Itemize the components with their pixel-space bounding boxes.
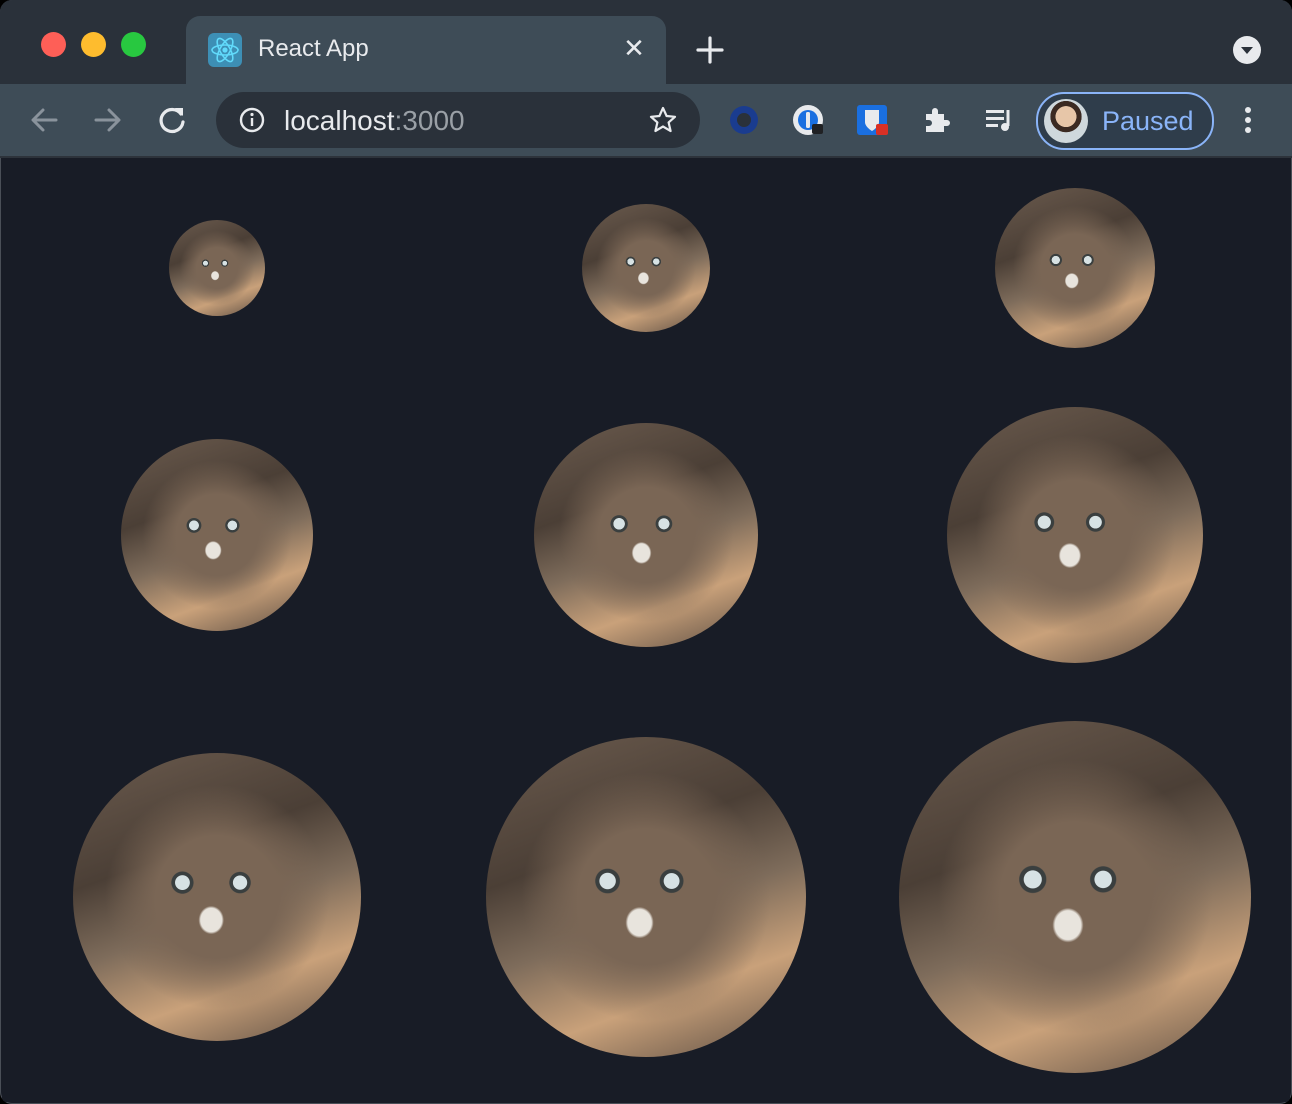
- tab-title: React App: [258, 35, 369, 62]
- reload-icon: [159, 107, 185, 134]
- tab-strip: React App ✕: [0, 0, 1292, 84]
- arrow-left-icon: [31, 108, 58, 132]
- profile-status: Paused: [1102, 106, 1194, 136]
- arrow-right-icon: [94, 108, 121, 132]
- tab-search-button[interactable]: [1233, 36, 1261, 64]
- forward-button[interactable]: [90, 102, 126, 138]
- kitten-image: [947, 407, 1204, 663]
- chevron-down-icon: [1241, 47, 1253, 54]
- kitten-image: [533, 423, 758, 647]
- grid-cell: [861, 158, 1290, 378]
- kitten-image: [899, 721, 1252, 1073]
- address-bar[interactable]: localhost:3000: [216, 92, 700, 148]
- tab-react-app[interactable]: React App ✕: [186, 16, 666, 84]
- close-window-button[interactable]: [41, 32, 66, 57]
- minimize-window-button[interactable]: [81, 32, 106, 57]
- page-content: [2, 158, 1290, 1102]
- grid-cell: [861, 692, 1290, 1102]
- grid-cell: [2, 378, 431, 692]
- profile-button[interactable]: Paused: [1036, 92, 1214, 150]
- toolbar: localhost:3000 Paused: [0, 84, 1292, 158]
- grid-cell: [431, 378, 860, 692]
- grid-cell: [861, 378, 1290, 692]
- bitwarden-icon[interactable]: [854, 102, 890, 138]
- react-logo-icon: [208, 33, 242, 67]
- kitten-image: [168, 220, 265, 316]
- close-icon[interactable]: ✕: [620, 34, 648, 62]
- url-text[interactable]: localhost:3000: [284, 105, 465, 137]
- new-tab-button[interactable]: [692, 32, 728, 68]
- kitten-image: [120, 439, 313, 631]
- kitten-image: [995, 188, 1156, 348]
- grid-cell: [2, 692, 431, 1102]
- puzzle-icon[interactable]: [918, 102, 954, 138]
- plus-icon: [696, 36, 724, 64]
- reload-button[interactable]: [154, 102, 190, 138]
- kitten-image: [72, 753, 361, 1041]
- grid-cell: [431, 158, 860, 378]
- star-icon[interactable]: [648, 105, 678, 135]
- browser-window: React App ✕ localhost:3000 Paused: [0, 0, 1292, 1104]
- opera-icon[interactable]: [726, 102, 762, 138]
- info-icon[interactable]: [238, 106, 266, 134]
- zoom-window-button[interactable]: [121, 32, 146, 57]
- back-button[interactable]: [26, 102, 62, 138]
- url-host: localhost: [284, 105, 395, 136]
- kebab-menu-icon[interactable]: [1234, 102, 1262, 138]
- kitten-image: [581, 204, 710, 332]
- url-port: :3000: [394, 105, 465, 136]
- kitten-image: [485, 737, 806, 1057]
- onepassword-icon[interactable]: [790, 102, 826, 138]
- grid-cell: [2, 158, 431, 378]
- avatar: [1044, 99, 1088, 143]
- grid-cell: [431, 692, 860, 1102]
- media-control-icon[interactable]: [982, 102, 1018, 138]
- kitten-grid: [2, 158, 1290, 1102]
